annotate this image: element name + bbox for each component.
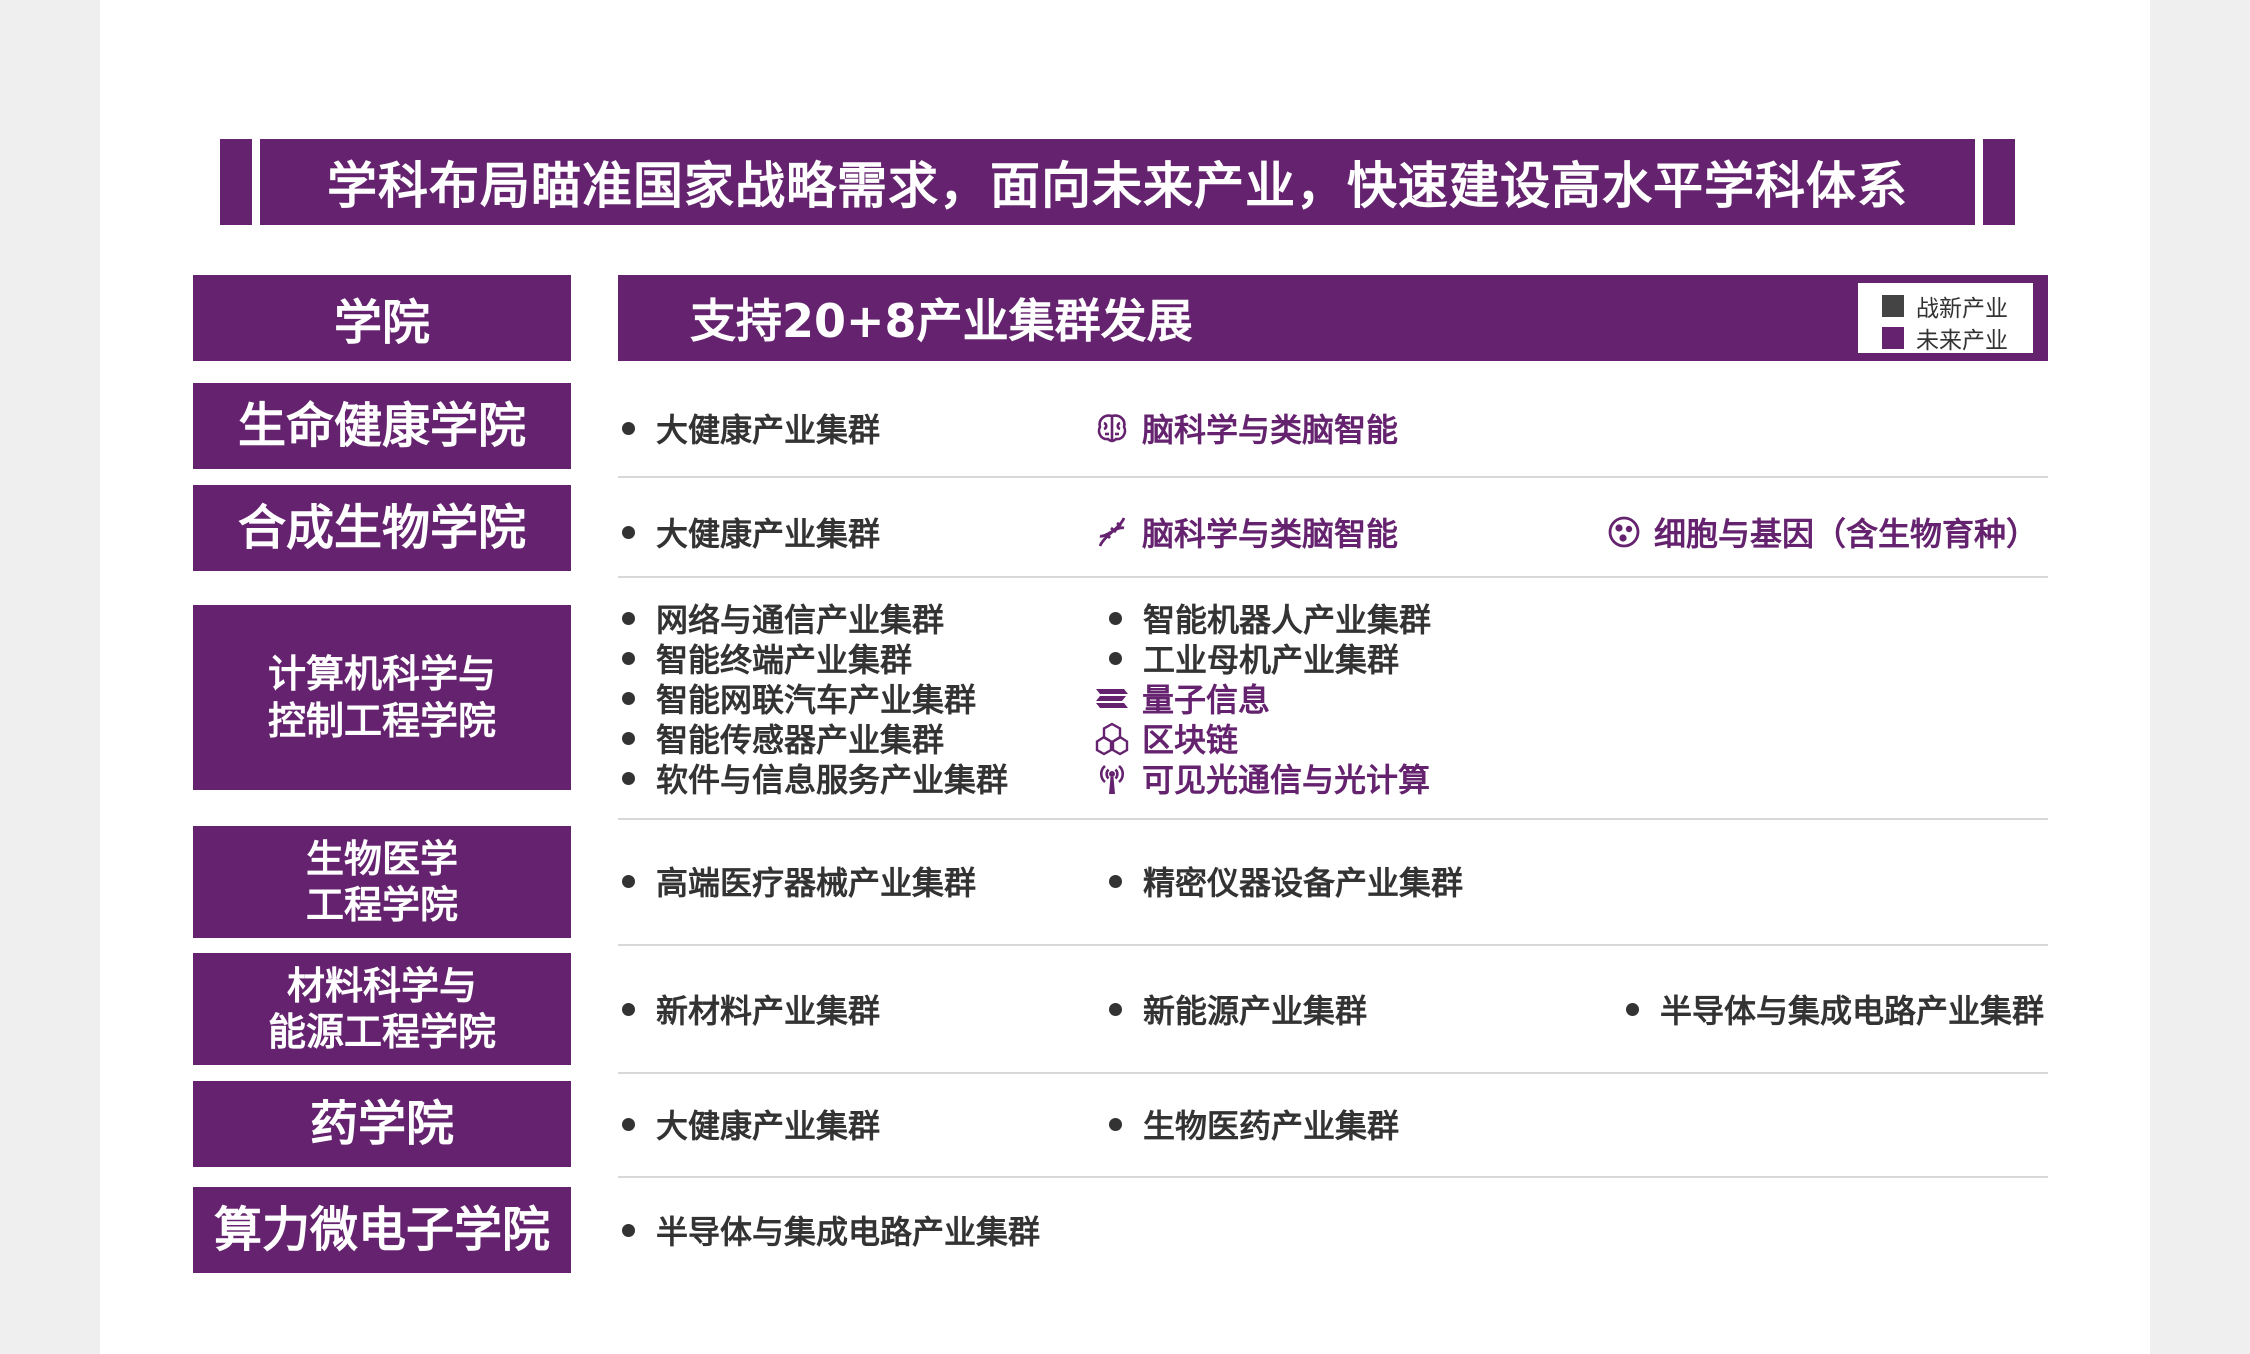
college-name: 生物医学 工程学院 <box>305 836 458 927</box>
industry-item-future: 脑科学与类脑智能 <box>1094 408 1399 449</box>
bullet-icon <box>622 421 635 435</box>
bullet-icon <box>1109 651 1122 665</box>
college-name: 合成生物学院 <box>237 499 526 556</box>
row-divider <box>618 1176 2048 1178</box>
college-name: 生命健康学院 <box>237 397 526 454</box>
industry-item: 大健康产业集群 <box>622 512 881 553</box>
row-divider <box>618 818 2048 820</box>
bullet-icon <box>622 611 635 625</box>
legend-swatch-strategic <box>1882 295 1904 317</box>
industry-label: 新能源产业集群 <box>1143 992 1368 1030</box>
page-banner: 学科布局瞄准国家战略需求，面向未来产业，快速建设高水平学科体系 <box>220 139 2015 225</box>
industry-item: 高端医疗器械产业集群 <box>622 861 977 902</box>
industry-item: 智能终端产业集群 <box>622 638 912 679</box>
industry-item: 半导体与集成电路产业集群 <box>1626 989 2045 1030</box>
industry-item: 网络与通信产业集群 <box>622 598 944 639</box>
college-synthetic-biology: 合成生物学院 <box>193 485 571 571</box>
bullet-icon <box>622 691 635 705</box>
industry-label: 半导体与集成电路产业集群 <box>656 1213 1041 1251</box>
blockchain-icon <box>1094 720 1130 756</box>
industry-label: 细胞与基因（含生物育种） <box>1654 515 2039 553</box>
bullet-icon <box>1109 611 1122 625</box>
legend-item-future: 未来产业 <box>1882 321 2008 355</box>
industry-item-future: 量子信息 <box>1094 678 1270 719</box>
industry-column-header: 支持20+8产业集群发展 战新产业 未来产业 <box>618 275 2048 361</box>
industry-item: 精密仪器设备产业集群 <box>1109 861 1464 902</box>
college-name: 材料科学与 能源工程学院 <box>267 963 496 1054</box>
college-pharmacy: 药学院 <box>193 1081 571 1167</box>
college-life-health: 生命健康学院 <box>193 383 571 469</box>
college-computer-science: 计算机科学与 控制工程学院 <box>193 605 571 790</box>
bullet-icon <box>622 1002 635 1016</box>
quantum-icon <box>1094 680 1130 716</box>
industry-item: 大健康产业集群 <box>622 1104 881 1145</box>
legend-swatch-future <box>1882 327 1904 349</box>
brain-icon <box>1094 410 1130 446</box>
industry-column-title: 支持20+8产业集群发展 <box>690 294 1193 348</box>
industry-label: 大健康产业集群 <box>656 411 881 449</box>
bullet-icon <box>622 771 635 785</box>
industry-item: 智能网联汽车产业集群 <box>622 678 976 719</box>
industry-item: 软件与信息服务产业集群 <box>622 758 1009 799</box>
banner-title: 学科布局瞄准国家战略需求，面向未来产业，快速建设高水平学科体系 <box>260 139 1975 225</box>
industry-item-future: 脑科学与类脑智能 <box>1094 512 1399 553</box>
row-divider <box>618 1072 2048 1074</box>
college-biomedical-engineering: 生物医学 工程学院 <box>193 826 571 938</box>
industry-label: 大健康产业集群 <box>656 515 881 553</box>
bullet-icon <box>622 651 635 665</box>
bullet-icon <box>622 1223 635 1237</box>
bullet-icon <box>622 1117 635 1131</box>
industry-item: 智能传感器产业集群 <box>622 718 944 759</box>
industry-item: 生物医药产业集群 <box>1109 1104 1400 1145</box>
college-name: 算力微电子学院 <box>213 1201 550 1258</box>
industry-item: 智能机器人产业集群 <box>1109 598 1431 639</box>
industry-label: 软件与信息服务产业集群 <box>656 761 1009 799</box>
industry-item: 工业母机产业集群 <box>1109 638 1399 679</box>
industry-label: 生物医药产业集群 <box>1143 1107 1400 1145</box>
industry-label: 半导体与集成电路产业集群 <box>1660 992 2045 1030</box>
industry-item: 新材料产业集群 <box>622 989 881 1030</box>
industry-label: 脑科学与类脑智能 <box>1142 411 1399 449</box>
bullet-icon <box>1109 1117 1122 1131</box>
industry-item: 大健康产业集群 <box>622 408 881 449</box>
bullet-icon <box>1109 1002 1122 1016</box>
row-divider <box>618 944 2048 946</box>
industry-label: 高端医疗器械产业集群 <box>656 864 977 902</box>
industry-item: 新能源产业集群 <box>1109 989 1368 1030</box>
college-materials-energy: 材料科学与 能源工程学院 <box>193 953 571 1065</box>
bullet-icon <box>1109 874 1122 888</box>
college-column-header: 学院 <box>193 275 571 361</box>
bullet-icon <box>622 874 635 888</box>
legend-label-strategic: 战新产业 <box>1916 296 2008 322</box>
legend: 战新产业 未来产业 <box>1858 283 2033 355</box>
industry-item-future: 区块链 <box>1094 718 1238 759</box>
banner-left-bar <box>220 139 252 225</box>
industry-item: 半导体与集成电路产业集群 <box>622 1210 1041 1251</box>
industry-label: 精密仪器设备产业集群 <box>1143 864 1464 902</box>
industry-label: 脑科学与类脑智能 <box>1142 515 1399 553</box>
industry-label: 可见光通信与光计算 <box>1142 761 1431 799</box>
bullet-icon <box>622 525 635 539</box>
industry-label: 新材料产业集群 <box>656 992 881 1030</box>
legend-item-strategic: 战新产业 <box>1882 289 2008 323</box>
bullet-icon <box>1626 1002 1639 1016</box>
row-divider <box>618 576 2048 578</box>
industry-item-future: 可见光通信与光计算 <box>1094 758 1431 799</box>
college-name: 药学院 <box>309 1095 454 1152</box>
industry-label: 大健康产业集群 <box>656 1107 881 1145</box>
signal-icon <box>1094 760 1130 796</box>
college-name: 计算机科学与 控制工程学院 <box>267 652 496 743</box>
college-computing-microelectronics: 算力微电子学院 <box>193 1187 571 1273</box>
row-divider <box>618 476 2048 478</box>
bullet-icon <box>622 731 635 745</box>
banner-right-bar <box>1983 139 2015 225</box>
industry-item-future: 细胞与基因（含生物育种） <box>1606 512 2039 553</box>
cell-icon <box>1606 514 1642 550</box>
legend-label-future: 未来产业 <box>1916 328 2008 354</box>
dna-icon <box>1094 514 1130 550</box>
